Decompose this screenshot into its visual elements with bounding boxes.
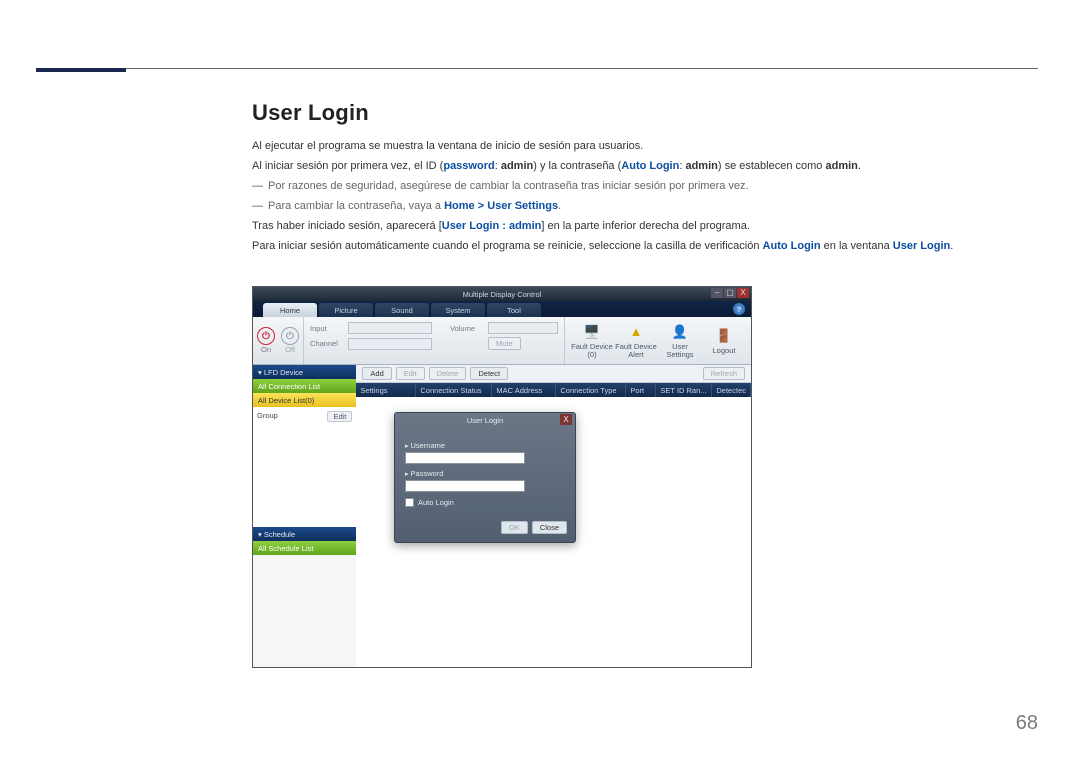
input-select[interactable] [348,322,432,334]
tab-picture[interactable]: Picture [319,303,373,317]
dialog-title: User Login [467,416,503,425]
dialog-body: ▸ Username ▸ Password Auto Login [395,428,575,517]
delete-button[interactable]: Delete [429,367,467,380]
fault-device-button[interactable]: 🖥️Fault Device (0) [571,323,613,359]
tab-sound[interactable]: Sound [375,303,429,317]
fault-alert-button[interactable]: ▲Fault Device Alert [615,323,657,359]
username-label: ▸ Username [405,441,565,450]
col-detected: Detectec [712,383,751,397]
top-divider [36,68,1038,69]
sidebar-edit-button[interactable]: Edit [327,411,352,422]
dialog-close-action[interactable]: Close [532,521,567,534]
note-change-password: ―Para cambiar la contraseña, vaya a Home… [252,198,1040,215]
user-login-dialog: User Login X ▸ Username ▸ Password Auto … [394,412,576,543]
close-button[interactable]: X [737,288,749,298]
power-off-label: Off [281,345,299,354]
app-screenshot: Multiple Display Control – ▢ X Home Pict… [252,286,752,668]
paragraph-autologin: Para iniciar sesión automáticamente cuan… [252,238,1040,255]
power-on-label: On [257,345,275,354]
detect-button[interactable]: Detect [470,367,508,380]
user-settings-button[interactable]: 👤User Settings [659,323,701,359]
sidebar-group-label: Group [257,411,278,420]
window-controls: – ▢ X [711,288,749,298]
sidebar-header-schedule[interactable]: ▾ Schedule [253,527,356,541]
door-icon: 🚪 [715,327,733,345]
paragraph-intro: Al ejecutar el programa se muestra la ve… [252,138,1040,155]
mute-button[interactable]: Mute [488,337,521,350]
username-field: ▸ Username [405,441,565,464]
tab-home[interactable]: Home [263,303,317,317]
alert-icon: ▲ [627,323,645,341]
table-header: Settings Connection Status MAC Address C… [356,383,751,397]
ribbon: ⏻ On ⏻ Off Input Volume Channel Mute [253,317,751,365]
ribbon-mid: Input Volume Channel Mute [304,317,564,364]
sidebar-item-all-connection[interactable]: All Connection List [253,379,356,393]
tabbar: Home Picture Sound System Tool ? [253,301,751,317]
help-button[interactable]: ? [733,303,745,315]
password-label: ▸ Password [405,469,565,478]
document-body: User Login Al ejecutar el programa se mu… [252,100,1040,258]
minimize-button[interactable]: – [711,288,723,298]
sidebar-item-all-device[interactable]: All Device List(0) [253,393,356,407]
note-security: ―Por razones de seguridad, asegúrese de … [252,178,1040,195]
auto-login-label: Auto Login [418,498,454,507]
col-settings: Settings [356,383,416,397]
dialog-actions: OK Close [395,517,575,542]
paragraph-defaults: Al iniciar sesión por primera vez, el ID… [252,158,1040,175]
sidebar-group-panel: Group Edit [253,407,356,527]
input-label: Input [310,324,344,333]
top-divider-accent [36,68,126,72]
paragraph-after-login: Tras haber iniciado sesión, aparecerá [U… [252,218,1040,235]
dialog-close-button[interactable]: X [560,414,572,425]
sidebar: ▾ LFD Device All Connection List All Dev… [253,365,356,667]
sidebar-empty [253,555,356,667]
logout-button[interactable]: 🚪Logout [703,327,745,355]
volume-label: Volume [450,324,484,333]
password-field: ▸ Password [405,469,565,492]
col-mac: MAC Address [492,383,556,397]
volume-slider[interactable] [488,322,558,334]
channel-label: Channel [310,339,344,348]
ribbon-power-group: ⏻ On ⏻ Off [253,317,304,364]
username-input[interactable] [405,452,525,464]
monitor-icon: 🖥️ [583,323,601,341]
channel-select[interactable] [348,338,432,350]
maximize-button[interactable]: ▢ [724,288,736,298]
add-button[interactable]: Add [362,367,391,380]
edit-button[interactable]: Edit [396,367,425,380]
page-number: 68 [1016,712,1038,735]
auto-login-row[interactable]: Auto Login [405,498,565,507]
auto-login-checkbox[interactable] [405,498,414,507]
window-title: Multiple Display Control [463,290,542,299]
ribbon-right: 🖥️Fault Device (0) ▲Fault Device Alert 👤… [564,317,751,364]
user-icon: 👤 [671,323,689,341]
page-title: User Login [252,100,1040,126]
col-type: Connection Type [556,383,626,397]
password-input[interactable] [405,480,525,492]
dialog-titlebar: User Login X [395,413,575,428]
tab-system[interactable]: System [431,303,485,317]
refresh-button[interactable]: Refresh [703,367,745,380]
window-titlebar: Multiple Display Control – ▢ X [253,287,751,301]
col-setid: SET ID Ran... [656,383,712,397]
col-connection-status: Connection Status [416,383,492,397]
power-off-icon[interactable]: ⏻ [281,327,299,345]
sidebar-header-lfd[interactable]: ▾ LFD Device [253,365,356,379]
sidebar-item-all-schedule[interactable]: All Schedule List [253,541,356,555]
dialog-ok-button[interactable]: OK [501,521,528,534]
tab-tool[interactable]: Tool [487,303,541,317]
power-on-icon[interactable]: ⏻ [257,327,275,345]
col-port: Port [626,383,656,397]
content-toolbar: Add Edit Delete Detect Refresh [356,365,751,383]
